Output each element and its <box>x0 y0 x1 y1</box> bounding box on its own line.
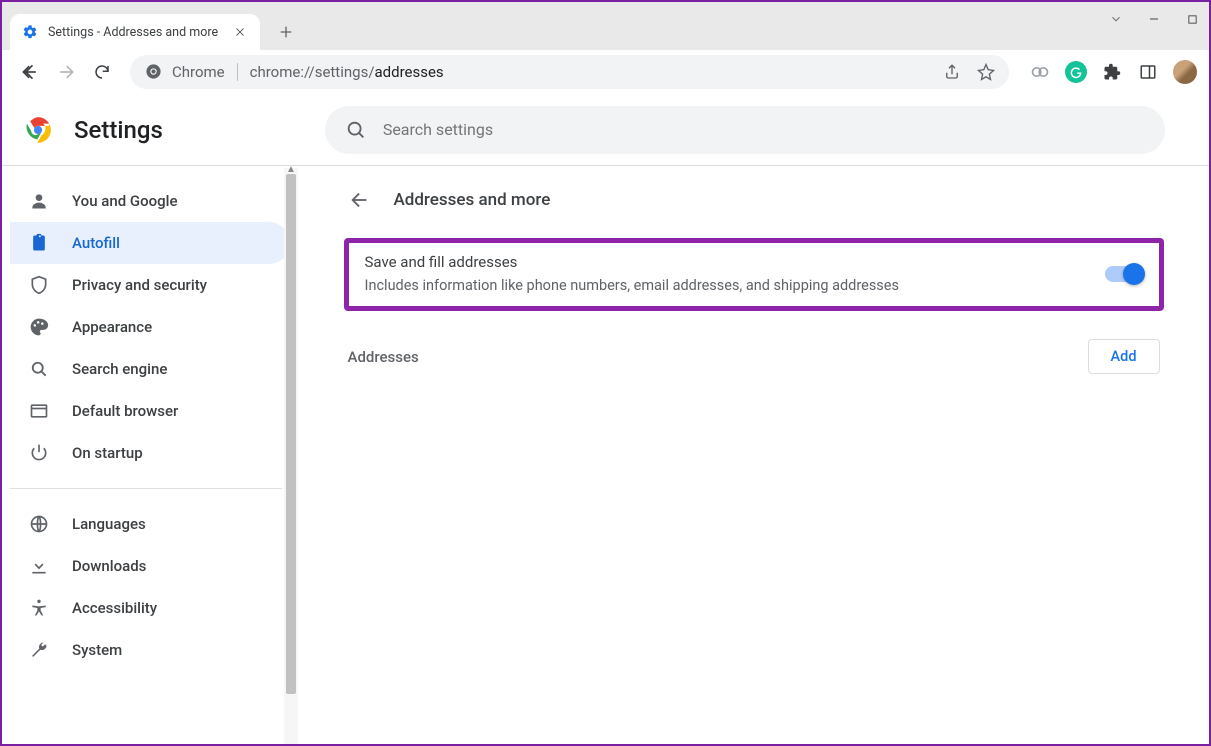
sidebar-item-you-and-google[interactable]: You and Google <box>10 180 290 222</box>
tab-strip: Settings - Addresses and more <box>2 2 1209 50</box>
address-bar[interactable]: Chrome chrome://settings/addresses <box>130 55 1009 89</box>
gear-icon <box>22 24 38 40</box>
chevron-down-icon[interactable] <box>1109 12 1123 26</box>
search-icon <box>28 358 50 380</box>
tab-title: Settings - Addresses and more <box>48 25 232 40</box>
sidebar-item-label: Privacy and security <box>72 276 207 294</box>
search-icon <box>345 119 367 141</box>
save-fill-title: Save and fill addresses <box>365 253 899 271</box>
page-back-button[interactable] <box>348 188 372 212</box>
save-fill-card: Save and fill addresses Includes informa… <box>344 238 1164 311</box>
add-address-button[interactable]: Add <box>1088 339 1160 374</box>
person-icon <box>28 190 50 212</box>
sidebar-item-search-engine[interactable]: Search engine <box>10 348 290 390</box>
profile-avatar[interactable] <box>1173 60 1197 84</box>
sidebar-item-default-browser[interactable]: Default browser <box>10 390 290 432</box>
sidebar-item-label: Appearance <box>72 318 152 336</box>
close-icon[interactable] <box>232 24 248 40</box>
save-fill-toggle[interactable] <box>1105 266 1143 282</box>
sidebar-item-accessibility[interactable]: Accessibility <box>10 587 290 629</box>
save-fill-description: Includes information like phone numbers,… <box>365 277 899 294</box>
settings-title: Settings <box>74 116 163 144</box>
sidebar-item-label: Autofill <box>72 234 120 252</box>
sidebar-item-label: Downloads <box>72 557 146 575</box>
minimize-icon[interactable] <box>1147 12 1161 26</box>
sidebar-item-system[interactable]: System <box>10 629 290 671</box>
sidebar-item-label: Default browser <box>72 402 178 420</box>
sidebar-item-downloads[interactable]: Downloads <box>10 545 290 587</box>
share-icon[interactable] <box>943 63 961 81</box>
accessibility-icon <box>28 597 50 619</box>
side-panel-icon[interactable] <box>1137 61 1159 83</box>
chrome-icon <box>144 63 162 81</box>
new-tab-button[interactable] <box>272 18 300 46</box>
maximize-icon[interactable] <box>1185 12 1199 26</box>
sidebar-item-label: System <box>72 641 122 659</box>
forward-button[interactable] <box>50 56 82 88</box>
browser-icon <box>28 400 50 422</box>
extension-link-icon[interactable] <box>1029 61 1051 83</box>
address-url: chrome://settings/addresses <box>250 63 444 81</box>
sidebar: ▲ You and Google Autofill Privacy and se… <box>2 166 298 744</box>
sidebar-item-on-startup[interactable]: On startup <box>10 432 290 474</box>
browser-tab[interactable]: Settings - Addresses and more <box>10 14 260 50</box>
browser-toolbar: Chrome chrome://settings/addresses <box>2 50 1209 94</box>
power-icon <box>28 442 50 464</box>
address-separator <box>237 63 238 81</box>
globe-icon <box>28 513 50 535</box>
sidebar-item-label: You and Google <box>72 192 177 210</box>
sidebar-item-label: On startup <box>72 444 143 462</box>
sidebar-item-label: Languages <box>72 515 146 533</box>
sidebar-separator <box>10 488 282 489</box>
chrome-logo-icon <box>24 116 52 144</box>
page-title: Addresses and more <box>394 190 551 210</box>
scrollbar[interactable]: ▲ <box>284 168 298 744</box>
search-settings[interactable] <box>325 106 1165 154</box>
search-input[interactable] <box>383 120 1145 139</box>
sidebar-item-languages[interactable]: Languages <box>10 503 290 545</box>
address-prefix: Chrome <box>172 63 225 81</box>
wrench-icon <box>28 639 50 661</box>
shield-icon <box>28 274 50 296</box>
addresses-label: Addresses <box>348 348 419 366</box>
sidebar-item-autofill[interactable]: Autofill <box>10 222 290 264</box>
palette-icon <box>28 316 50 338</box>
sidebar-item-privacy[interactable]: Privacy and security <box>10 264 290 306</box>
download-icon <box>28 555 50 577</box>
sidebar-item-label: Search engine <box>72 360 167 378</box>
sidebar-item-label: Accessibility <box>72 599 157 617</box>
sidebar-item-appearance[interactable]: Appearance <box>10 306 290 348</box>
extensions-icon[interactable] <box>1101 61 1123 83</box>
extension-grammarly-icon[interactable] <box>1065 61 1087 83</box>
clipboard-icon <box>28 232 50 254</box>
window-controls <box>1109 12 1199 26</box>
reload-button[interactable] <box>86 56 118 88</box>
bookmark-icon[interactable] <box>977 63 995 81</box>
content-area: Addresses and more Save and fill address… <box>344 174 1164 744</box>
settings-header: Settings <box>2 94 1209 166</box>
back-button[interactable] <box>14 56 46 88</box>
